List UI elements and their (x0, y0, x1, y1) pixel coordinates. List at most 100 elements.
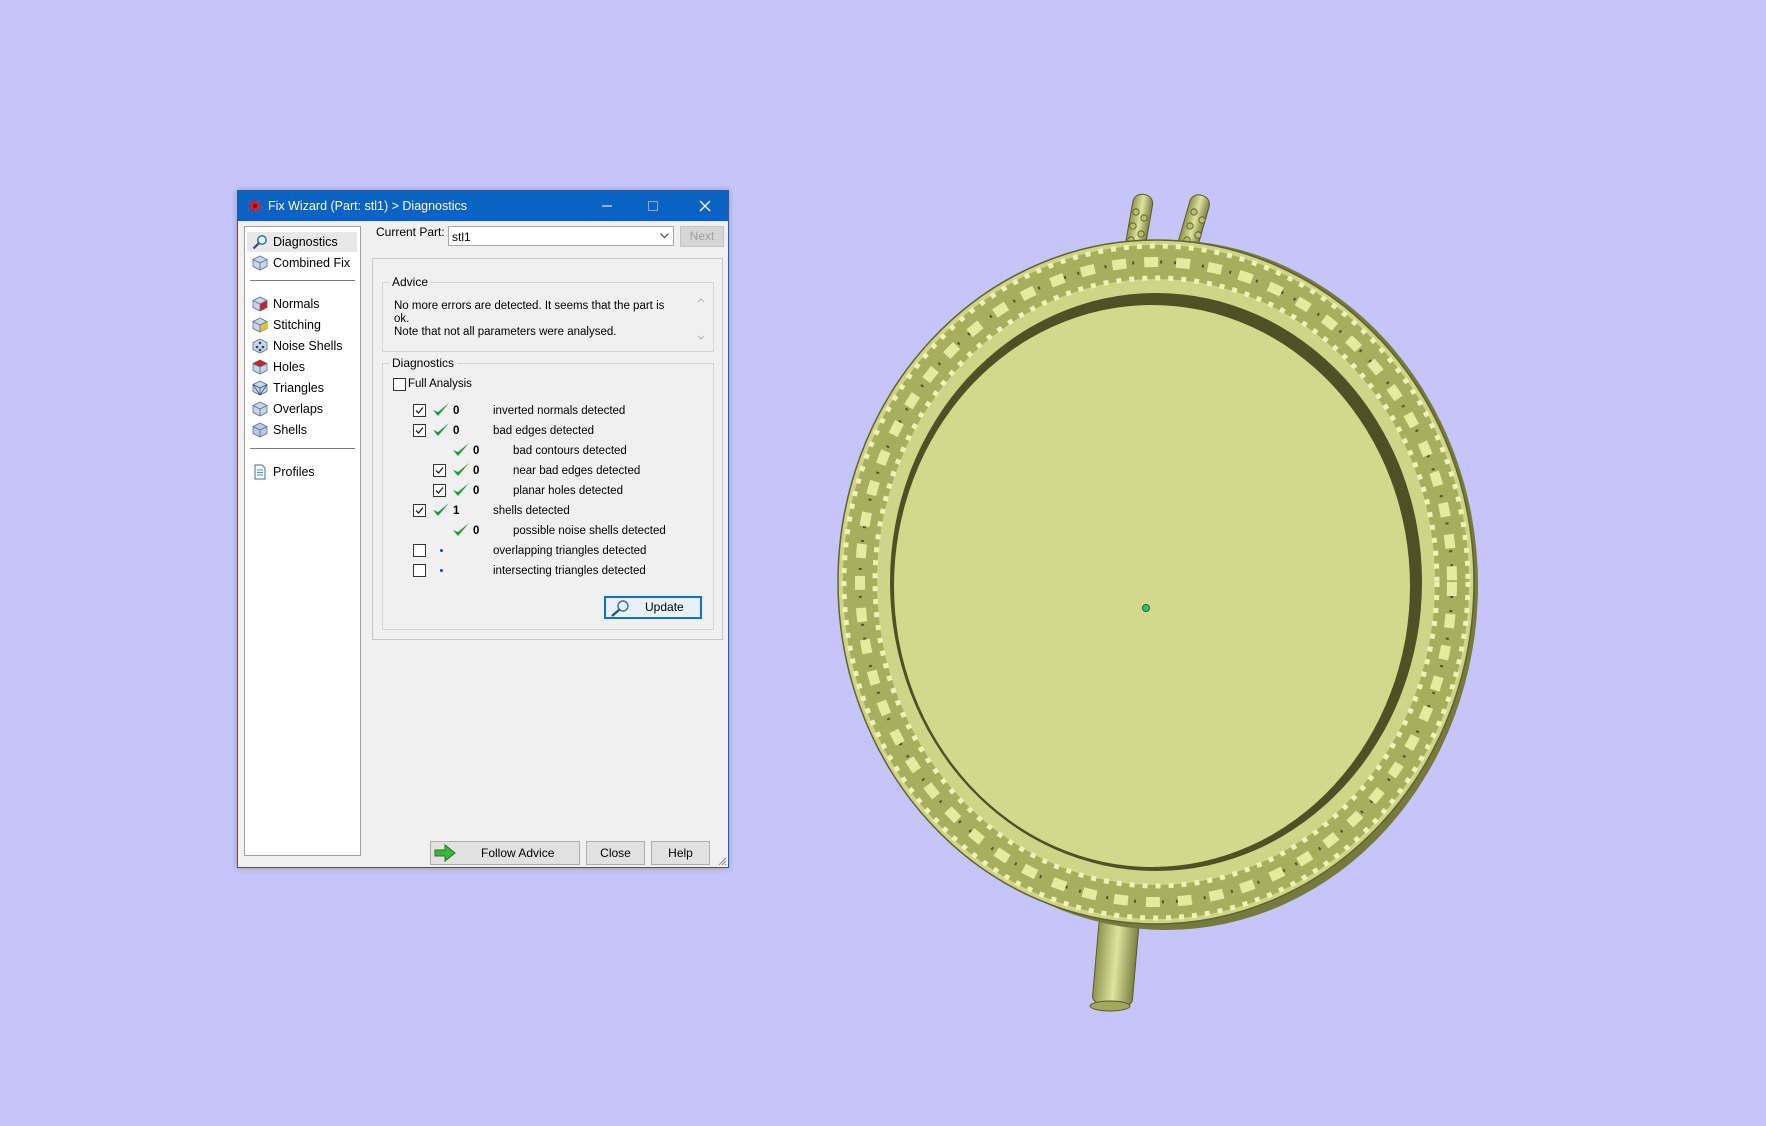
inverted-normals-checkbox[interactable] (413, 404, 426, 417)
ok-check-icon (453, 483, 469, 496)
near-bad-edges-label: near bad edges detected (513, 465, 641, 477)
nav-item-shells[interactable]: Shells (247, 420, 357, 440)
ok-check-icon (433, 423, 449, 436)
bad-edges-checkbox[interactable] (413, 424, 426, 437)
diagnostics-group: Diagnostics Full Analysis 0 inverted nor… (382, 356, 714, 630)
nav-label: Shells (273, 423, 308, 437)
chevron-down-icon (660, 233, 669, 239)
title-bar[interactable]: Fix Wizard (Part: stl1) > Diagnostics (238, 191, 728, 221)
arrow-right-icon (434, 844, 456, 862)
pivot-point-icon (1142, 604, 1150, 612)
nav-label: Diagnostics (273, 235, 338, 249)
nav-item-diagnostics[interactable]: Diagnostics (247, 232, 357, 252)
nav-item-stitching[interactable]: Stitching (247, 315, 357, 335)
next-button[interactable]: Next (680, 226, 724, 247)
ok-check-icon (453, 463, 469, 476)
planar-holes-checkbox[interactable] (433, 484, 446, 497)
maximize-icon (648, 201, 658, 211)
nav-label: Holes (273, 360, 305, 374)
cube-red-icon (252, 296, 268, 312)
bad-contours-label: bad contours detected (513, 445, 627, 457)
update-button[interactable]: Update (604, 596, 702, 619)
current-part-label: Current Part: (376, 225, 445, 239)
resize-grip-icon[interactable] (717, 856, 727, 866)
update-label: Update (645, 600, 684, 614)
nav-separator (250, 448, 355, 449)
diagnostics-panel: Advice No more errors are detected. It s… (372, 258, 723, 640)
nav-item-triangles[interactable]: Triangles (247, 378, 357, 398)
magnifier-icon (252, 235, 267, 250)
cube-icon (252, 422, 268, 438)
check-icon (415, 507, 424, 514)
follow-advice-button[interactable]: Follow Advice (430, 841, 580, 865)
window-title: Fix Wizard (Part: stl1) > Diagnostics (268, 199, 468, 213)
check-icon (435, 467, 444, 474)
check-icon (435, 487, 444, 494)
bad-edges-label: bad edges detected (493, 425, 595, 437)
cube-icon (252, 401, 268, 417)
advice-line-2: Note that not all parameters were analys… (394, 326, 617, 338)
cube-icon (252, 255, 268, 271)
magnifier-icon (611, 600, 629, 617)
full-analysis-checkbox[interactable] (393, 378, 406, 391)
nav-separator (250, 280, 355, 281)
nav-item-overlaps[interactable]: Overlaps (247, 399, 357, 419)
overlapping-triangles-label: overlapping triangles detected (493, 545, 647, 557)
intersecting-triangles-checkbox[interactable] (413, 564, 426, 577)
ok-check-icon (433, 503, 449, 516)
full-analysis-label: Full Analysis (408, 378, 472, 390)
minimize-icon (602, 205, 612, 207)
advice-title: Advice (389, 275, 432, 289)
fix-wizard-window: Fix Wizard (Part: stl1) > Diagnostics Di… (237, 190, 729, 868)
nav-item-noise-shells[interactable]: Noise Shells (247, 336, 357, 356)
close-icon (699, 200, 711, 212)
app-icon (248, 199, 262, 212)
near-bad-edges-value: 0 (473, 465, 480, 477)
nav-label: Triangles (273, 381, 324, 395)
shells-label: shells detected (493, 505, 570, 517)
follow-advice-label: Follow Advice (481, 846, 555, 860)
nav-label: Profiles (273, 465, 315, 479)
ok-check-icon (453, 443, 469, 456)
advice-scrollbar[interactable] (696, 296, 706, 342)
nav-label: Overlaps (273, 402, 324, 416)
nav-item-normals[interactable]: Normals (247, 294, 357, 314)
nav-label: Normals (273, 297, 320, 311)
nav-label: Stitching (273, 318, 321, 332)
diagnostics-title: Diagnostics (389, 356, 458, 370)
close-window-button[interactable] (682, 191, 728, 221)
nav-label: Combined Fix (273, 256, 351, 270)
minimize-button[interactable] (584, 191, 630, 221)
check-icon (415, 427, 424, 434)
check-icon (415, 407, 424, 414)
bad-edges-value: 0 (453, 425, 460, 437)
inverted-normals-label: inverted normals detected (493, 405, 626, 417)
cube-dots-icon (252, 338, 268, 354)
help-button[interactable]: Help (651, 841, 710, 865)
advice-line-1: No more errors are detected. It seems th… (394, 300, 665, 325)
current-part-value: stl1 (452, 230, 471, 244)
not-analysed-dot (440, 549, 443, 552)
intersecting-triangles-label: intersecting triangles detected (493, 565, 646, 577)
planar-holes-label: planar holes detected (513, 485, 623, 497)
close-button[interactable]: Close (586, 841, 645, 865)
cube-yellow-icon (252, 317, 268, 333)
noise-shells-label: possible noise shells detected (513, 525, 666, 537)
pendant-model (837, 193, 1478, 1012)
advice-text: No more errors are detected. It seems th… (394, 300, 679, 339)
planar-holes-value: 0 (473, 485, 480, 497)
nav-item-holes[interactable]: Holes (247, 357, 357, 377)
ok-check-icon (433, 403, 449, 416)
current-part-dropdown[interactable]: stl1 (448, 226, 674, 246)
bad-contours-value: 0 (473, 445, 480, 457)
nav-item-profiles[interactable]: Profiles (247, 462, 357, 482)
overlapping-triangles-checkbox[interactable] (413, 544, 426, 557)
ok-check-icon (453, 523, 469, 536)
cube-triangles-icon (252, 380, 268, 396)
3d-viewport[interactable] (800, 190, 1500, 1040)
nav-item-combined-fix[interactable]: Combined Fix (247, 253, 357, 273)
maximize-button[interactable] (630, 191, 676, 221)
shells-checkbox[interactable] (413, 504, 426, 517)
near-bad-edges-checkbox[interactable] (433, 464, 446, 477)
nav-label: Noise Shells (273, 339, 343, 353)
